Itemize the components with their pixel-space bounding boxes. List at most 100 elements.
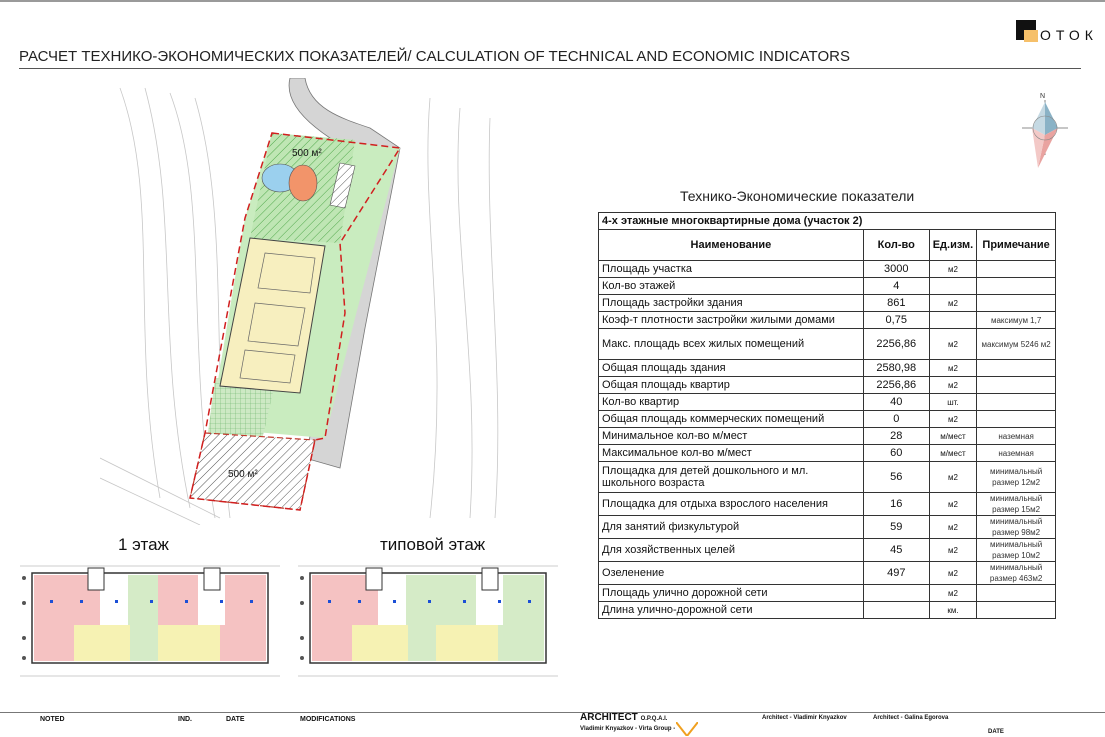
cell-qty: 60 [862,444,930,462]
footer-architect-1: Architect - Vladimir Knyazkov [762,715,847,721]
cell-note: минимальный размер 12м2 [976,461,1056,493]
cell-unit: м2 [928,294,978,312]
typical-floor-label: типовой этаж [380,535,486,554]
footer-ind: IND. [178,716,192,723]
cell-note [976,393,1056,411]
cell-name: Общая площадь здания [598,359,864,377]
cell-name: Кол-во квартир [598,393,864,411]
cell-name: Макс. площадь всех жилых помещений [598,328,864,360]
cell-qty [862,601,930,619]
table-row: Площадь улично дорожной сети м2 [598,584,1056,602]
cell-name: Площадь улично дорожной сети [598,584,864,602]
cell-unit: км. [928,601,978,619]
table-row: Длина улично-дорожной сети км. [598,601,1056,619]
cell-qty: 28 [862,427,930,445]
table-row: Коэф-т плотности застройки жилыми домами… [598,311,1056,329]
cell-qty: 16 [862,492,930,516]
cell-note [976,260,1056,278]
table-row: Площадка для детей дошкольного и мл. шко… [598,461,1056,493]
table-caption: Технико-Экономические показатели [680,188,915,204]
cell-note: наземная [976,444,1056,462]
cell-qty: 2580,98 [862,359,930,377]
header-unit: Ед.изм. [928,229,978,261]
footer-date-right: DATE [988,729,1004,735]
table-row: Общая площадь квартир 2256,86 м2 [598,376,1056,394]
cell-unit: м2 [928,328,978,360]
footer-modifications: MODIFICATIONS [300,716,356,723]
cell-note [976,601,1056,619]
footer-architect: ARCHITECT O.P.Q.A.I. [580,712,668,723]
top-frame-line [0,0,1105,2]
cell-note: максимум 5246 м2 [976,328,1056,360]
cell-name: Общая площадь коммерческих помещений [598,410,864,428]
cell-note [976,277,1056,295]
cell-qty: 2256,86 [862,328,930,360]
cell-note [976,359,1056,377]
cell-unit: м2 [928,260,978,278]
table-row: Кол-во этажей 4 [598,277,1056,295]
table-row: Для хозяйственных целей 45 м2 минимальный р… [598,538,1056,562]
header-note: Примечание [976,229,1056,261]
cell-qty: 3000 [862,260,930,278]
cell-note: минимальный размер 463м2 [976,561,1056,585]
cell-qty: 0,75 [862,311,930,329]
table-row: Общая площадь здания 2580,98 м2 [598,359,1056,377]
cell-name: Общая площадь квартир [598,376,864,394]
cell-qty: 45 [862,538,930,562]
cell-note: максимум 1,7 [976,311,1056,329]
cell-unit: м2 [928,515,978,539]
page-title: РАСЧЕТ ТЕХНИКО-ЭКОНОМИЧЕСКИХ ПОКАЗАТЕЛЕЙ… [19,48,850,65]
footer-rule [0,712,1105,713]
bottom-area-label: 500 м² [228,469,258,480]
table-row: Кол-во квартир 40 шт. [598,393,1056,411]
cell-qty: 861 [862,294,930,312]
cell-unit: м/мест [928,444,978,462]
cell-unit [928,311,978,329]
cell-note [976,376,1056,394]
cell-name: Площадка для отдыха взрослого населения [598,492,864,516]
table-row: Минимальное кол-во м/мест 28 м/мест наземна… [598,427,1056,445]
cell-name: Максимальное кол-во м/мест [598,444,864,462]
table-row: Озеленение 497 м2 минимальный размер 463м2 [598,561,1056,585]
table-row: Макс. площадь всех жилых помещений 2256,8… [598,328,1056,360]
cell-unit: м2 [928,492,978,516]
cell-name: Длина улично-дорожной сети [598,601,864,619]
cell-unit: м2 [928,376,978,394]
cell-note: минимальный размер 15м2 [976,492,1056,516]
footer-date: DATE [226,716,245,723]
footer-architect-2: Architect - Galina Egorova [873,715,949,721]
header-qty: Кол-во [862,229,930,261]
cell-name: Для занятий физкультурой [598,515,864,539]
cell-note: минимальный размер 10м2 [976,538,1056,562]
first-floor-label: 1 этаж [118,535,169,554]
table-row: Для занятий физкультурой 59 м2 минимальный … [598,515,1056,539]
cell-unit: м2 [928,561,978,585]
cell-name: Озеленение [598,561,864,585]
cell-name: Коэф-т плотности застройки жилыми домами [598,311,864,329]
table-row: Площадь застройки здания 861 м2 [598,294,1056,312]
cell-qty: 4 [862,277,930,295]
first-floor-plan [20,565,280,677]
cell-qty: 56 [862,461,930,493]
table-row: Площадка для отдыха взрослого населения 1… [598,492,1056,516]
cell-unit: шт. [928,393,978,411]
cell-note [976,294,1056,312]
table-row: Максимальное кол-во м/мест 60 м/мест наземн… [598,444,1056,462]
cell-unit [928,277,978,295]
cell-name: Площадь застройки здания [598,294,864,312]
company-logo: ОТОК [1016,20,1096,50]
cell-qty: 40 [862,393,930,411]
footer-architect-sub: Vladimir Knyazkov - Virta Group - [580,726,676,732]
cell-qty: 2256,86 [862,376,930,394]
cell-name: Минимальное кол-во м/мест [598,427,864,445]
site-plan-drawing: 500 м² 500 м² [100,78,499,525]
cell-note: наземная [976,427,1056,445]
table-row: Общая площадь коммерческих помещений 0 м2 [598,410,1056,428]
cell-qty: 59 [862,515,930,539]
cell-name: Для хозяйственных целей [598,538,864,562]
cell-unit: м2 [928,538,978,562]
cell-note: минимальный размер 98м2 [976,515,1056,539]
table-row: Площадь участка 3000 м2 [598,260,1056,278]
typical-floor-plan [298,565,558,677]
cell-unit: м2 [928,584,978,602]
